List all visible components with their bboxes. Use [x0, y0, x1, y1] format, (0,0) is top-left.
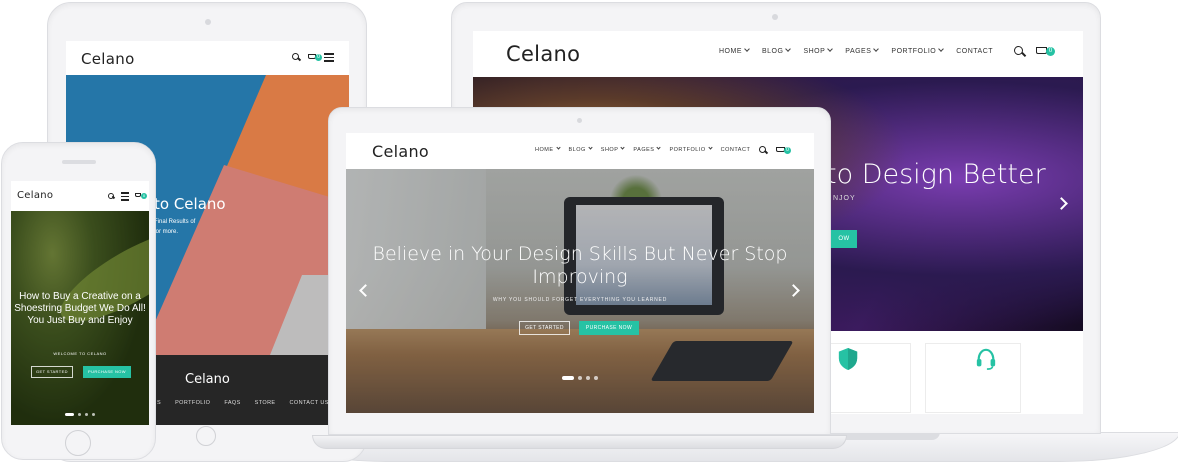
laptop-base [312, 435, 847, 449]
chevron-down-icon [744, 46, 750, 52]
home-button[interactable] [196, 426, 216, 446]
phone-header: Celano 0 [11, 181, 149, 211]
phone-speaker [62, 160, 96, 164]
nav-pages[interactable]: PAGES [845, 46, 880, 55]
footer-link-store[interactable]: STORE [255, 400, 276, 406]
hero-text-line: for more. [154, 229, 179, 235]
chevron-down-icon [588, 145, 593, 150]
nav-portfolio[interactable]: PORTFOLIO [891, 46, 945, 55]
desktop-header: Celano HOME BLOG SHOP PAGES PORTFOLIO CO… [473, 31, 1083, 77]
slider-dot[interactable] [586, 376, 590, 380]
search-icon[interactable] [292, 53, 300, 61]
hero-button[interactable]: OW [831, 230, 857, 248]
camera-dot [205, 19, 211, 25]
feature-card [925, 343, 1021, 413]
footer-link-portfolio[interactable]: PORTFOLIO [175, 400, 210, 406]
device-mockup-stage: Celano HOME BLOG SHOP PAGES PORTFOLIO CO… [0, 0, 1178, 464]
search-icon[interactable] [108, 193, 114, 199]
chevron-down-icon [708, 145, 713, 150]
phone-device: Celano 0 How to Buy a Creative on a Shoe… [1, 142, 156, 460]
camera-dot [577, 118, 582, 123]
slider-dots [65, 413, 95, 416]
hero-subtitle: WELCOME TO CELANO [53, 351, 107, 356]
cart-count-badge: 0 [784, 146, 791, 154]
slider-dot[interactable] [85, 413, 88, 416]
site-logo[interactable]: Celano [17, 190, 53, 201]
nav-pages[interactable]: PAGES [633, 145, 662, 153]
headset-icon [976, 348, 996, 370]
nav-home[interactable]: HOME [719, 46, 750, 55]
site-logo[interactable]: Celano [506, 42, 580, 66]
nav-blog[interactable]: BLOG [569, 145, 593, 153]
home-button[interactable] [65, 430, 91, 456]
cart-icon[interactable]: 0 [308, 52, 322, 61]
slider-dot-active[interactable] [65, 413, 74, 416]
chevron-down-icon [827, 46, 834, 52]
laptop-device: Celano HOME BLOG SHOP PAGES PORTFOLIO CO… [328, 107, 831, 435]
chevron-down-icon [620, 145, 626, 150]
footer-nav: S PORTFOLIO FAQS STORE CONTACT US [157, 400, 329, 406]
nav-blog[interactable]: BLOG [762, 46, 792, 55]
footer-logo[interactable]: Celano [185, 372, 230, 387]
purchase-now-button[interactable]: PURCHASE NOW [83, 366, 131, 378]
footer-link[interactable]: S [157, 400, 161, 406]
nav-portfolio[interactable]: PORTFOLIO [669, 145, 713, 153]
hero-title: Believe in Your Design Skills But Never … [372, 243, 788, 288]
nav-contact[interactable]: CONTACT [721, 147, 751, 153]
hero-title: How to Buy a Creative on a Shoestring Bu… [14, 291, 146, 326]
chevron-down-icon [938, 46, 945, 52]
search-icon[interactable] [1014, 46, 1025, 57]
desktop-nav: HOME BLOG SHOP PAGES PORTFOLIO CONTACT [719, 46, 993, 55]
chevron-right-icon[interactable] [1055, 197, 1068, 210]
hero-title: to Celano [154, 195, 226, 213]
laptop-screen: Celano HOME BLOG SHOP PAGES PORTFOLIO CO… [346, 133, 814, 413]
nav-shop[interactable]: SHOP [803, 46, 834, 55]
nav-home[interactable]: HOME [535, 145, 561, 153]
menu-icon[interactable] [121, 192, 129, 203]
chevron-down-icon [785, 46, 792, 52]
slider-dots [562, 376, 598, 380]
phone-screen: Celano 0 How to Buy a Creative on a Shoe… [11, 181, 149, 425]
chevron-down-icon [555, 145, 561, 150]
cart-icon[interactable]: 0 [1036, 45, 1055, 57]
hero-text-line: Final Results of [154, 219, 196, 225]
hero-subtitle: NJOY [833, 195, 856, 202]
laptop-hero-slider: Believe in Your Design Skills But Never … [346, 169, 814, 413]
shield-icon [838, 348, 858, 370]
footer-link-faqs[interactable]: FAQS [224, 400, 240, 406]
cart-count-badge: 0 [315, 53, 322, 61]
hero-title: to Design Better [826, 159, 1046, 190]
nav-shop[interactable]: SHOP [601, 145, 626, 153]
cart-count-badge: 0 [141, 193, 147, 200]
menu-icon[interactable] [324, 53, 334, 64]
slider-dot[interactable] [92, 413, 95, 416]
slider-dot[interactable] [578, 376, 582, 380]
laptop-nav: HOME BLOG SHOP PAGES PORTFOLIO CONTACT [535, 145, 751, 153]
slider-dot[interactable] [594, 376, 598, 380]
nav-contact[interactable]: CONTACT [956, 48, 993, 55]
cart-count-badge: 0 [1046, 47, 1055, 57]
cart-icon[interactable]: 0 [776, 145, 791, 154]
laptop-header: Celano HOME BLOG SHOP PAGES PORTFOLIO CO… [346, 133, 814, 169]
chevron-down-icon [873, 46, 880, 52]
get-started-button[interactable]: GET STARTED [519, 321, 570, 335]
site-logo[interactable]: Celano [81, 50, 135, 68]
slider-dot[interactable] [78, 413, 81, 416]
hero-subtitle: WHY YOU SHOULD FORGET EVERYTHING YOU LEA… [492, 297, 668, 303]
tablet-header: Celano 0 [66, 41, 349, 75]
slider-dot-active[interactable] [562, 376, 574, 380]
camera-dot [772, 14, 778, 20]
chevron-down-icon [656, 145, 662, 150]
footer-link-contact[interactable]: CONTACT US [290, 400, 329, 406]
phone-hero-slider: How to Buy a Creative on a Shoestring Bu… [11, 211, 149, 425]
cart-icon[interactable]: 0 [135, 192, 147, 200]
search-icon[interactable] [759, 146, 767, 154]
purchase-now-button[interactable]: PURCHASE NOW [579, 321, 639, 335]
get-started-button[interactable]: GET STARTED [31, 366, 73, 378]
site-logo[interactable]: Celano [372, 142, 429, 161]
